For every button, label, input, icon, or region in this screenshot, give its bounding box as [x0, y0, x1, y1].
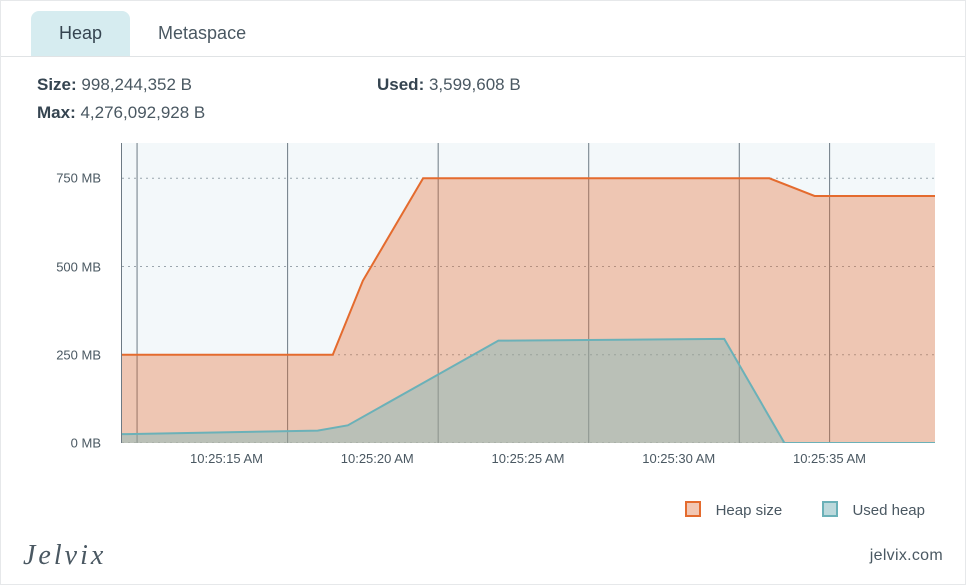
- x-tick-label: 10:25:35 AM: [793, 451, 866, 466]
- y-tick-label: 750 MB: [56, 171, 101, 186]
- stat-used-value: 3,599,608 B: [429, 75, 521, 94]
- plot-area: [121, 143, 935, 443]
- stat-max-label: Max:: [37, 103, 76, 122]
- legend-heap-size-label: Heap size: [716, 502, 783, 519]
- x-tick-label: 10:25:20 AM: [341, 451, 414, 466]
- footer: Jelvix jelvix.com: [23, 540, 943, 572]
- stat-size: Size: 998,244,352 B: [37, 75, 377, 95]
- legend-swatch-orange: [685, 501, 701, 517]
- tab-heap[interactable]: Heap: [31, 11, 130, 56]
- y-tick-label: 500 MB: [56, 259, 101, 274]
- stat-used-label: Used:: [377, 75, 424, 94]
- legend-swatch-teal: [822, 501, 838, 517]
- chart: 0 MB250 MB500 MB750 MB 10:25:15 AM10:25:…: [31, 143, 935, 443]
- y-axis-labels: 0 MB250 MB500 MB750 MB: [31, 143, 111, 443]
- y-tick-label: 0 MB: [71, 436, 101, 451]
- site-url: jelvix.com: [870, 547, 943, 565]
- y-tick-label: 250 MB: [56, 347, 101, 362]
- tab-metaspace[interactable]: Metaspace: [130, 11, 274, 56]
- brand-logo: Jelvix: [23, 540, 106, 572]
- stat-max-value: 4,276,092,928 B: [80, 103, 205, 122]
- data-svg: [122, 143, 935, 443]
- legend-used-heap-label: Used heap: [852, 502, 925, 519]
- stat-size-label: Size:: [37, 75, 77, 94]
- x-tick-label: 10:25:30 AM: [642, 451, 715, 466]
- stat-max: Max: 4,276,092,928 B: [37, 103, 377, 123]
- x-tick-label: 10:25:15 AM: [190, 451, 263, 466]
- tabs: Heap Metaspace: [1, 1, 965, 57]
- x-axis-labels: 10:25:15 AM 10:25:20 AM 10:25:25 AM 10:25:3…: [121, 443, 935, 473]
- x-tick-label: 10:25:25 AM: [492, 451, 565, 466]
- stat-used: Used: 3,599,608 B: [377, 75, 929, 95]
- stat-size-value: 998,244,352 B: [81, 75, 192, 94]
- legend-heap-size: Heap size: [685, 501, 782, 519]
- stats-panel: Size: 998,244,352 B Used: 3,599,608 B Ma…: [1, 57, 965, 131]
- legend: Heap size Used heap: [685, 501, 925, 519]
- legend-used-heap: Used heap: [822, 501, 925, 519]
